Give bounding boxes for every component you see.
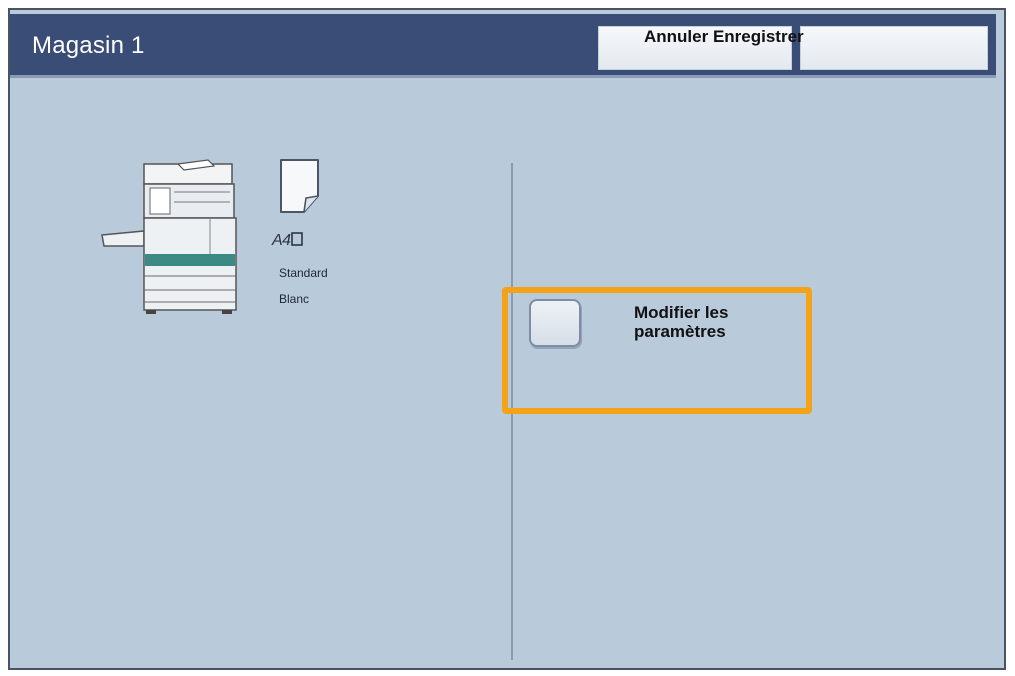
modify-settings-label[interactable]: Modifier les paramètres xyxy=(634,303,794,341)
paper-size-label: A4 xyxy=(272,232,303,250)
title-bar: Magasin 1 xyxy=(10,14,996,78)
header-buttons-label: Annuler Enregistrer xyxy=(644,27,804,46)
paper-color-label: Blanc xyxy=(279,292,310,306)
page-title: Magasin 1 xyxy=(32,32,145,59)
copier-machine-icon xyxy=(101,159,237,314)
paper-orientation-icon xyxy=(290,232,303,246)
save-button[interactable] xyxy=(800,26,988,70)
paper-type-label: Standard xyxy=(279,266,328,280)
paper-size-text: A4 xyxy=(272,232,291,249)
paper-sheet-icon xyxy=(280,159,319,213)
modify-settings-checkbox[interactable] xyxy=(529,299,581,347)
